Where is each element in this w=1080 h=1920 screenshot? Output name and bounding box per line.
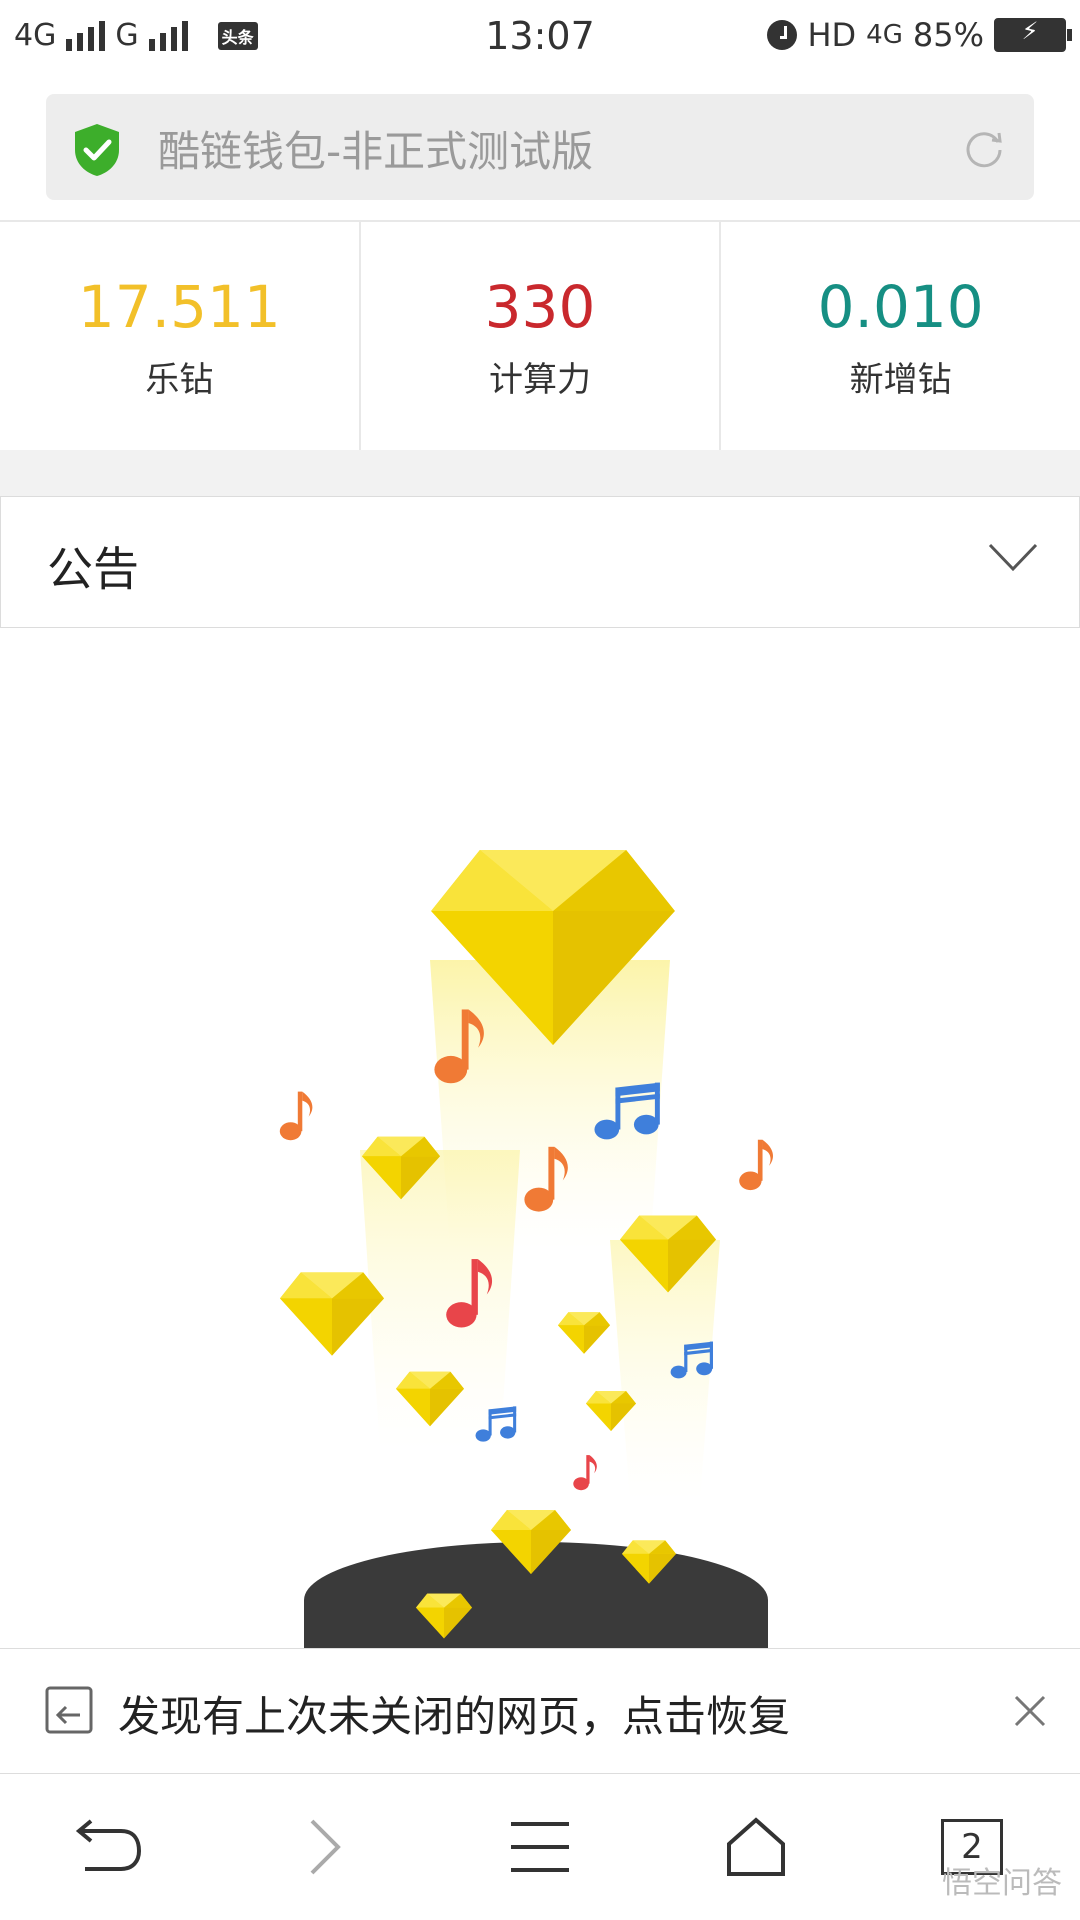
stat-label: 乐钻: [145, 360, 214, 400]
forward-icon: [310, 1819, 341, 1875]
nav-home-button[interactable]: [648, 1774, 864, 1920]
stat-ledian: 17.511 乐钻: [0, 222, 361, 450]
battery-percent: 85%: [912, 16, 984, 54]
bottom-navigation: 2: [0, 1774, 1080, 1920]
status-bar: 4G G 头条 13:07 HD 4G 85% ⚡: [0, 0, 1080, 80]
restore-message[interactable]: 发现有上次未关闭的网页，点击恢复: [118, 1683, 790, 1744]
restore-session-bar[interactable]: 发现有上次未关闭的网页，点击恢复: [0, 1648, 1080, 1774]
back-icon: [75, 1819, 142, 1871]
address-bar[interactable]: 酷链钱包-非正式测试版: [46, 94, 1034, 200]
nav-forward-button[interactable]: [216, 1774, 432, 1920]
network-type-3: 4G: [866, 20, 903, 50]
stat-value: 0.010: [817, 273, 984, 341]
notice-panel[interactable]: 公告: [0, 496, 1080, 628]
hd-label: HD: [807, 16, 857, 54]
stat-label: 计算力: [489, 360, 591, 400]
nav-menu-button[interactable]: [432, 1774, 648, 1920]
page-title: 酷链钱包-非正式测试版: [158, 127, 594, 176]
chevron-down-icon[interactable]: [987, 539, 1039, 575]
battery-icon: ⚡: [994, 17, 1072, 52]
stat-value: 330: [484, 273, 596, 341]
restore-page-icon: [45, 1686, 93, 1734]
stat-value: 17.511: [77, 273, 281, 341]
home-icon: [727, 1817, 785, 1876]
status-right: HD 4G 85% ⚡: [767, 16, 1072, 54]
stat-label: 新增钻: [849, 360, 952, 400]
notice-title: 公告: [47, 542, 139, 596]
refresh-icon[interactable]: [962, 126, 1006, 170]
watermark: 悟空问答: [942, 1866, 1062, 1901]
nav-back-button[interactable]: [0, 1774, 216, 1920]
shield-check-icon: [75, 124, 119, 176]
stats-panel: 17.511 乐钻 330 计算力 0.010 新增钻: [0, 222, 1080, 450]
menu-icon: [511, 1822, 569, 1872]
close-icon[interactable]: [1012, 1693, 1048, 1729]
section-gap: [0, 450, 1080, 496]
alarm-icon: [767, 20, 798, 50]
stat-new-diamond: 0.010 新增钻: [721, 222, 1080, 450]
stat-compute-power: 330 计算力: [361, 222, 722, 450]
diamond-music-illustration: [279, 850, 773, 1648]
diamond-illustration: [0, 626, 1080, 1648]
